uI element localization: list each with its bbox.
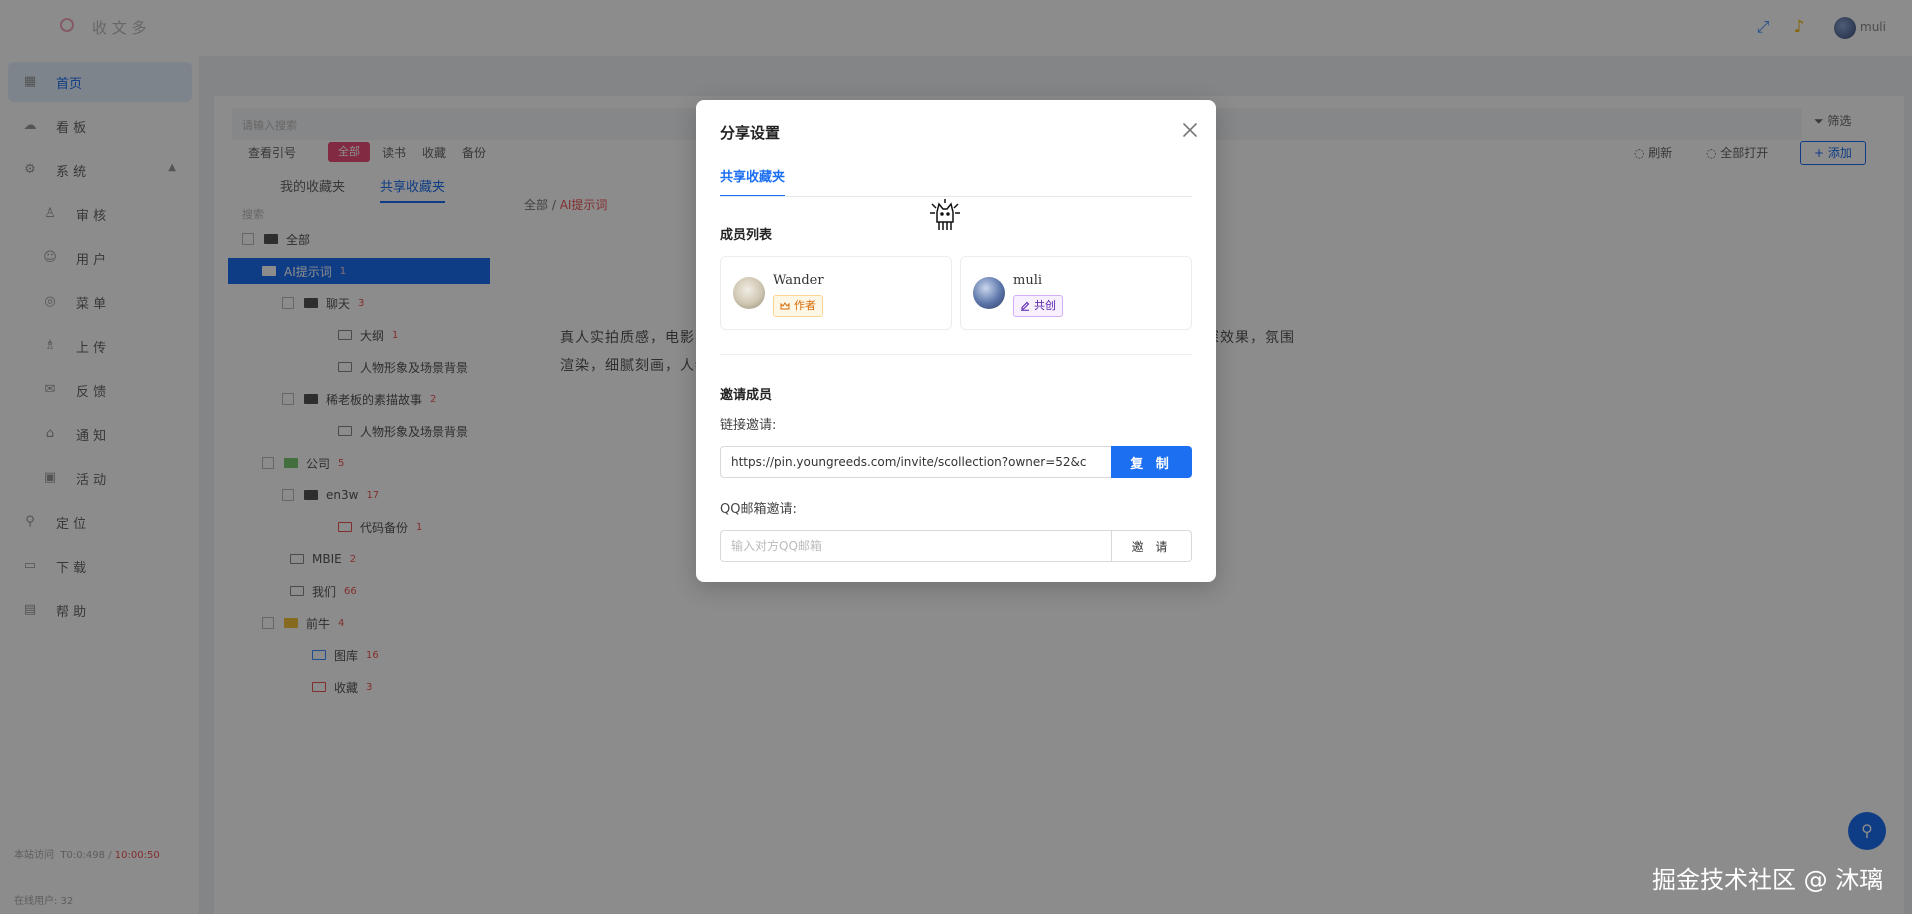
member-name: Wander bbox=[773, 273, 824, 288]
cat-cursor-icon bbox=[930, 199, 960, 230]
section-divider bbox=[720, 354, 1192, 355]
copy-button[interactable]: 复 制 bbox=[1111, 446, 1192, 478]
tab-shared-favorites[interactable]: 共享收藏夹 bbox=[720, 166, 786, 197]
close-icon[interactable] bbox=[1178, 118, 1202, 142]
share-settings-dialog: 分享设置 共享收藏夹 成员列表 Wander 作者 muli 共创 邀请成员 链… bbox=[696, 100, 1216, 582]
invite-section-title: 邀请成员 bbox=[720, 388, 773, 403]
role-badge-cocreator: 共创 bbox=[1013, 295, 1063, 317]
avatar bbox=[973, 277, 1005, 309]
pencil-icon bbox=[1021, 301, 1030, 311]
watermark: 掘金技术社区 @ 沐璃 bbox=[1652, 866, 1884, 894]
qq-email-field[interactable] bbox=[720, 530, 1112, 562]
member-card: muli 共创 bbox=[960, 256, 1192, 330]
link-invite-label: 链接邀请: bbox=[720, 418, 777, 433]
crown-icon bbox=[780, 302, 790, 310]
qq-invite-label: QQ邮箱邀请: bbox=[720, 502, 797, 517]
avatar bbox=[733, 277, 765, 309]
tab-divider bbox=[720, 196, 1192, 197]
member-card: Wander 作者 bbox=[720, 256, 952, 330]
members-section-title: 成员列表 bbox=[720, 228, 773, 243]
dialog-title: 分享设置 bbox=[720, 124, 781, 142]
invite-button[interactable]: 邀 请 bbox=[1111, 530, 1192, 562]
member-name: muli bbox=[1013, 273, 1043, 288]
invite-link-field[interactable] bbox=[720, 446, 1112, 478]
role-badge-author: 作者 bbox=[773, 295, 823, 317]
